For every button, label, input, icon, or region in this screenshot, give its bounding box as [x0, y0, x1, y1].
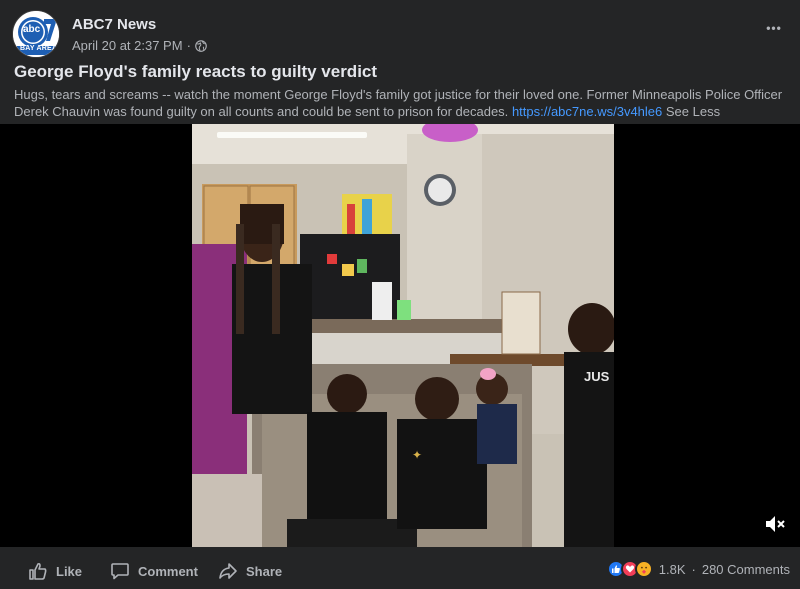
mute-toggle-button[interactable]: [762, 511, 788, 537]
thumbs-up-icon: [29, 562, 47, 580]
avatar-logo-text: abc: [23, 24, 41, 35]
reaction-icons: [606, 560, 653, 578]
comment-button[interactable]: Comment: [110, 558, 198, 584]
svg-text:✦: ✦: [412, 448, 422, 462]
comment-label: Comment: [138, 563, 198, 579]
more-horiz-icon: •••: [766, 21, 782, 35]
reactions-summary[interactable]: 1.8K · 280 Comments: [606, 560, 790, 578]
post-link[interactable]: https://abc7ne.ws/3v4hle6: [512, 104, 662, 119]
share-label: Share: [246, 563, 283, 579]
post-title: George Floyd's family reacts to guilty v…: [14, 62, 378, 81]
comment-count[interactable]: 280 Comments: [702, 562, 790, 577]
reaction-count[interactable]: 1.8K: [659, 562, 686, 577]
facebook-post: abc BAY AREA ABC7 News April 20 at 2:37 …: [0, 0, 800, 589]
page-avatar[interactable]: abc BAY AREA: [12, 10, 60, 58]
avatar-sub-text: BAY AREA: [20, 45, 58, 52]
video-scene-image: ✦: [192, 124, 614, 547]
care-icon: [634, 560, 653, 578]
like-label: Like: [56, 563, 83, 579]
post-actions-bar: Like Comment Share 1.8K · 280 Comments: [0, 552, 800, 589]
post-timestamp[interactable]: April 20 at 2:37 PM: [72, 38, 183, 53]
more-options-button[interactable]: •••: [760, 14, 788, 42]
meta-separator: ·: [186, 38, 191, 53]
see-less-link[interactable]: See Less: [666, 104, 720, 119]
share-arrow-icon: [219, 563, 237, 579]
post-header: abc BAY AREA ABC7 News April 20 at 2:37 …: [12, 10, 788, 60]
reactions-separator: ·: [691, 561, 696, 577]
speaker-muted-icon: [766, 516, 785, 532]
video-player[interactable]: ✦ JUS: [0, 124, 800, 547]
post-description: Hugs, tears and screams -- watch the mom…: [14, 86, 786, 120]
like-button[interactable]: Like: [28, 558, 82, 584]
post-meta: April 20 at 2:37 PM ·: [72, 38, 207, 53]
globe-icon[interactable]: [195, 39, 207, 52]
comment-bubble-icon: [111, 563, 129, 580]
share-button[interactable]: Share: [218, 558, 282, 584]
shirt-text: JUS: [584, 369, 610, 384]
video-frame: ✦ JUS: [192, 124, 614, 547]
page-name-link[interactable]: ABC7 News: [72, 16, 156, 33]
